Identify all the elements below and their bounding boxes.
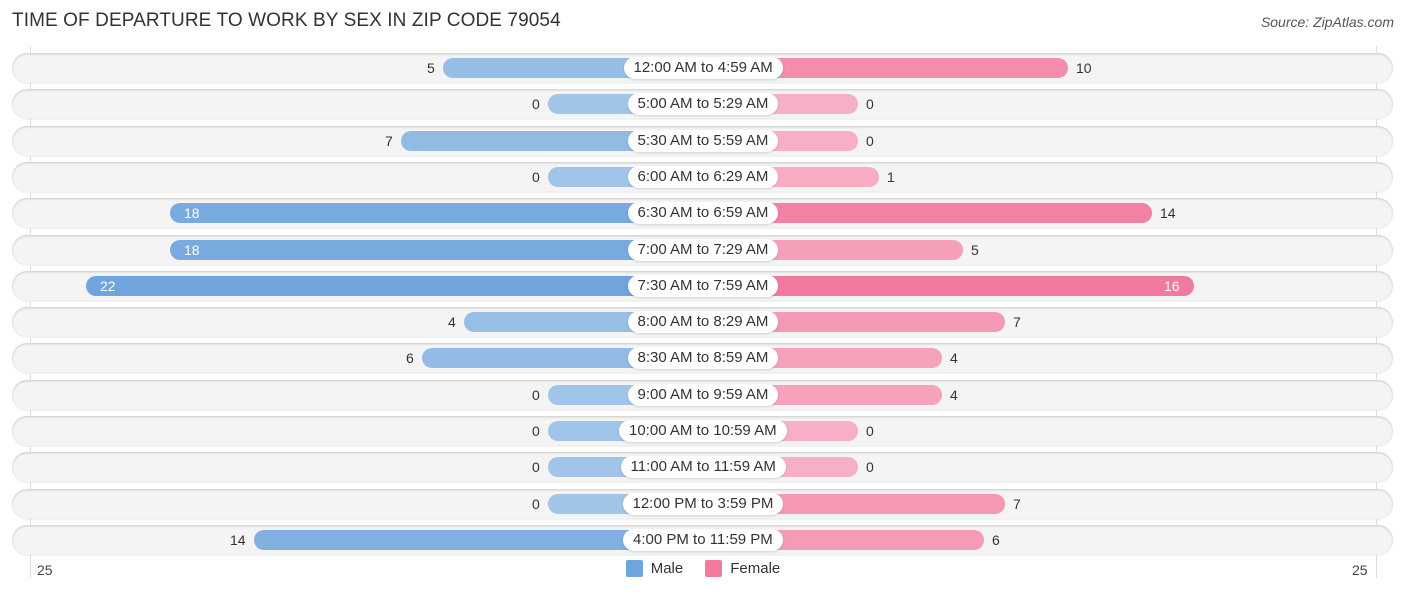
value-label-male: 0 — [532, 386, 540, 403]
value-label-female: 4 — [950, 386, 958, 403]
category-label: 12:00 AM to 4:59 AM — [623, 57, 783, 79]
value-label-female: 1 — [887, 168, 895, 185]
value-label-male: 0 — [532, 459, 540, 476]
value-label-female: 0 — [866, 423, 874, 439]
legend-label-male: Male — [650, 560, 684, 577]
category-label: 6:00 AM to 6:29 AM — [627, 165, 779, 188]
value-label-male: 18 — [184, 205, 200, 222]
category-label: 4:00 PM to 11:59 PM — [623, 528, 783, 551]
value-label-male: 0 — [532, 96, 540, 113]
value-label-male: 14 — [230, 531, 246, 548]
category-label: 7:00 AM to 7:29 AM — [627, 238, 779, 261]
value-label-male: 18 — [184, 241, 200, 258]
source-label: Source: ZipAtlas.com — [1260, 14, 1394, 30]
value-label-male: 22 — [100, 277, 116, 294]
value-label-male: 0 — [532, 495, 540, 512]
bar-male — [170, 203, 703, 224]
value-label-male: 7 — [385, 132, 393, 149]
legend-item-male: Male — [625, 560, 684, 577]
value-label-female: 16 — [1164, 277, 1180, 294]
category-label: 7:30 AM to 7:59 AM — [627, 274, 779, 297]
category-label: 8:00 AM to 8:29 AM — [627, 311, 779, 334]
value-label-male: 0 — [532, 423, 540, 439]
bar-male — [86, 275, 703, 296]
bar-male — [170, 239, 703, 260]
legend-swatch-male — [625, 560, 643, 577]
category-label: 12:00 PM to 3:59 PM — [622, 492, 784, 515]
value-label-female: 0 — [866, 459, 874, 476]
legend-swatch-female — [705, 560, 723, 577]
value-label-male: 4 — [448, 314, 456, 331]
value-label-female: 14 — [1160, 205, 1176, 222]
value-label-female: 0 — [866, 132, 874, 149]
category-label: 5:30 AM to 5:59 AM — [627, 129, 779, 152]
value-label-female: 0 — [866, 96, 874, 113]
chart-title: TIME OF DEPARTURE TO WORK BY SEX IN ZIP … — [12, 10, 561, 31]
value-label-male: 6 — [406, 350, 414, 367]
category-label: 9:00 AM to 9:59 AM — [627, 383, 779, 406]
value-label-male: 5 — [427, 60, 435, 76]
category-label: 6:30 AM to 6:59 AM — [627, 202, 779, 225]
value-label-female: 5 — [971, 241, 979, 258]
legend: Male Female — [0, 560, 1406, 577]
category-label: 5:00 AM to 5:29 AM — [627, 93, 779, 116]
value-label-female: 4 — [950, 350, 958, 367]
value-label-female: 10 — [1076, 60, 1092, 76]
value-label-female: 7 — [1013, 495, 1021, 512]
legend-item-female: Female — [705, 560, 780, 577]
legend-label-female: Female — [730, 560, 781, 577]
category-label: 8:30 AM to 8:59 AM — [627, 347, 779, 370]
value-label-female: 7 — [1013, 314, 1021, 331]
category-label: 11:00 AM to 11:59 AM — [620, 456, 786, 479]
value-label-male: 0 — [532, 168, 540, 185]
value-label-female: 6 — [992, 531, 1000, 548]
category-label: 10:00 AM to 10:59 AM — [619, 420, 787, 442]
